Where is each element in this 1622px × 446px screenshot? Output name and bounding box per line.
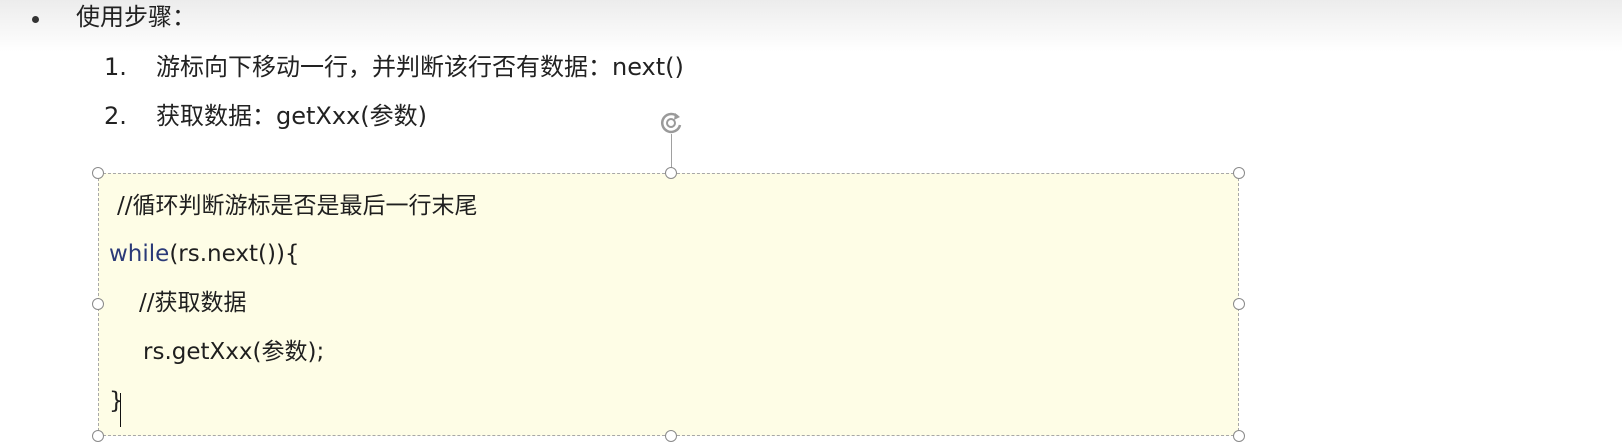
code-close-brace: } [109, 388, 124, 414]
code-comment-loop: //循环判断游标是否是最后一行末尾 [117, 193, 478, 219]
resize-handle-icon[interactable] [665, 430, 677, 442]
usage-heading: 使用步骤： [76, 3, 196, 31]
resize-handle-icon[interactable] [92, 430, 104, 442]
step-text: 获取数据：getXxx(参数) [156, 102, 427, 130]
top-shade [0, 0, 1622, 52]
rotate-handle-icon[interactable] [656, 108, 686, 138]
step-number: 1. [104, 53, 127, 81]
code-while-line: while(rs.next()){ [109, 238, 300, 270]
resize-handle-icon[interactable] [1233, 298, 1245, 310]
resize-handle-icon[interactable] [1233, 430, 1245, 442]
code-keyword-while: while [109, 241, 170, 267]
code-get-call: rs.getXxx(参数); [143, 339, 325, 365]
step-number: 2. [104, 102, 127, 130]
bullet-dot-icon [32, 16, 39, 23]
resize-handle-icon[interactable] [92, 298, 104, 310]
rotate-stem [671, 134, 672, 170]
resize-handle-icon[interactable] [665, 167, 677, 179]
resize-handle-icon[interactable] [1233, 167, 1245, 179]
code-text-box[interactable]: //循环判断游标是否是最后一行末尾 while(rs.next()){ //获取… [98, 173, 1239, 436]
code-comment-fetch: //获取数据 [139, 290, 247, 316]
resize-handle-icon[interactable] [92, 167, 104, 179]
step-text: 游标向下移动一行，并判断该行否有数据：next() [156, 53, 684, 81]
code-while-condition: (rs.next()){ [169, 241, 300, 267]
text-caret [120, 393, 121, 427]
